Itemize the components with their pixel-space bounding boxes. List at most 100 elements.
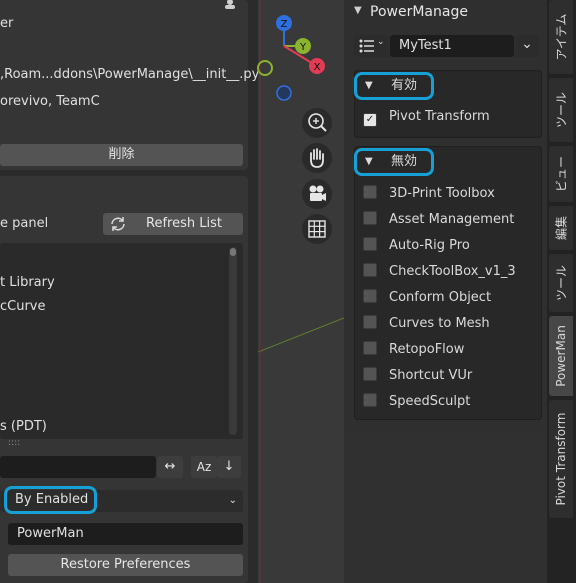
enabled-addons-box: ▼ 有効 ✓ Pivot Transform (354, 70, 542, 138)
sidebar-tabs: アイテム ツール ビュー 編集 ツール PowerMan Pivot Trans… (547, 0, 576, 583)
neg-y-axis-handle (257, 60, 273, 76)
preset-name-field[interactable]: MyTest1 (390, 35, 514, 57)
remove-button[interactable]: 削除 (0, 144, 243, 166)
checkbox-icon[interactable] (363, 367, 377, 381)
disabled-item[interactable]: Curves to Mesh (363, 313, 490, 335)
disabled-header[interactable]: ▼ 無効 (354, 148, 434, 176)
tab-label: ビュー (554, 155, 569, 193)
addon-info-section: er ,Roam...ddons\PowerManage\__init__.py… (0, 0, 259, 170)
tab-label: 編集 (554, 215, 569, 241)
grid-icon[interactable] (302, 214, 332, 244)
disabled-item[interactable]: Asset Management (363, 209, 514, 231)
sidebar-panel: ▼ PowerManage ⌄ MyTest1 ⌄ ▼ 有効 ✓ Pivot Tr… (344, 0, 547, 430)
preset-dropdown-chevron-icon[interactable]: ⌄ (515, 35, 539, 57)
y-axis-label: Y (299, 42, 307, 53)
tab-pivot-transform[interactable]: Pivot Transform (549, 400, 573, 518)
user-icon (222, 0, 238, 9)
enabled-header-label: 有効 (391, 78, 418, 93)
tab-view[interactable]: ビュー (549, 146, 573, 202)
disabled-item[interactable]: Conform Object (363, 287, 491, 309)
neg-z-axis-handle (276, 85, 292, 101)
addon-preferences-panel: er ,Roam...ddons\PowerManage\__init__.py… (0, 0, 259, 583)
tab-label: Pivot Transform (554, 412, 568, 506)
checkbox-checked-icon[interactable]: ✓ (363, 113, 377, 127)
pan-hand-icon[interactable] (302, 143, 332, 173)
disabled-item[interactable]: RetopoFlow (363, 339, 464, 361)
camera-icon[interactable] (302, 179, 332, 209)
sort-dropdown-value: By Enabled (3, 486, 98, 514)
addon-label: Pivot Transform (389, 109, 490, 124)
tab-item[interactable]: アイテム (549, 0, 573, 74)
zoom-icon[interactable] (302, 108, 332, 138)
disabled-item[interactable]: 3D-Print Toolbox (363, 183, 495, 205)
preset-menu-button[interactable]: ⌄ (354, 35, 389, 57)
addon-label: Curves to Mesh (389, 316, 490, 331)
disabled-addons-box: ▼ 無効 3D-Print Toolbox Asset Management A… (354, 146, 542, 420)
restore-preferences-button[interactable]: Restore Preferences (8, 554, 243, 576)
list-scrollbar[interactable] (229, 247, 237, 435)
checkbox-icon[interactable] (363, 393, 377, 407)
navigation-gizmo[interactable]: Z Y X (255, 10, 335, 110)
refresh-label: Refresh List (146, 216, 222, 231)
panel-title: PowerManage (370, 4, 468, 20)
checkbox-icon[interactable] (363, 211, 377, 225)
disabled-item[interactable]: Auto-Rig Pro (363, 235, 470, 257)
checkbox-icon[interactable] (363, 237, 377, 251)
disabled-item[interactable]: CheckToolBox_v1_3 (363, 261, 516, 283)
grid-y-axis-line (258, 317, 344, 353)
addon-label: Shortcut VUr (389, 368, 473, 383)
sort-alpha-button[interactable]: Aᴢ (191, 456, 217, 478)
sort-direction-icon[interactable]: ↓ (217, 456, 241, 478)
refresh-list-button[interactable]: Refresh List (103, 213, 243, 235)
resize-grip[interactable]: :::: (8, 438, 20, 448)
refresh-icon (109, 216, 125, 232)
tab-label: ツール (554, 264, 569, 302)
checkbox-icon[interactable] (363, 315, 377, 329)
disabled-item[interactable]: Shortcut VUr (363, 365, 472, 387)
disabled-item[interactable]: SpeedSculpt (363, 391, 470, 413)
addon-list[interactable]: t Library cCurve s (PDT) (0, 243, 243, 439)
expand-arrow-icon: ▼ (365, 156, 373, 167)
swap-icon[interactable]: ↔ (157, 456, 183, 478)
enabled-item[interactable]: ✓ Pivot Transform (363, 106, 490, 128)
panel-header[interactable]: ▼ PowerManage (344, 0, 547, 26)
checkbox-icon[interactable] (363, 341, 377, 355)
addon-label: RetopoFlow (389, 342, 465, 357)
tab-edit[interactable]: 編集 (549, 206, 573, 250)
addon-label: Asset Management (389, 212, 515, 227)
checkbox-icon[interactable] (363, 263, 377, 277)
z-axis-label: Z (281, 19, 288, 30)
chevron-down-icon: ⌄ (377, 37, 385, 47)
tab-label: アイテム (554, 13, 569, 61)
list-icon (359, 39, 375, 53)
tab-tool-2[interactable]: ツール (549, 254, 573, 312)
name-field-value: PowerMan (17, 526, 84, 541)
file-path: ,Roam...ddons\PowerManage\__init__.py (0, 67, 260, 82)
expand-arrow-icon: ▼ (365, 80, 373, 91)
scrollbar-thumb[interactable] (230, 248, 236, 256)
disabled-header-label: 無効 (391, 154, 418, 169)
list-item[interactable]: cCurve (0, 299, 46, 314)
addon-label: SpeedSculpt (389, 394, 471, 409)
collapse-arrow-icon[interactable]: ▼ (354, 5, 362, 16)
addon-list-section: e panel Refresh List t Library cCurve s … (0, 176, 248, 583)
author-label: er (0, 16, 14, 31)
addon-label: Conform Object (389, 290, 492, 305)
tab-label: ツール (554, 91, 569, 129)
name-field[interactable]: PowerMan (8, 523, 243, 545)
panel-label: e panel (0, 216, 49, 231)
sort-dropdown[interactable]: By Enabled ⌄ (0, 486, 243, 514)
addon-label: 3D-Print Toolbox (389, 186, 495, 201)
filter-input[interactable] (0, 456, 156, 478)
list-item[interactable]: s (PDT) (0, 419, 47, 434)
list-item[interactable]: t Library (0, 275, 55, 290)
checkbox-icon[interactable] (363, 289, 377, 303)
authors-text: orevivo, TeamC (0, 94, 100, 109)
tab-powerman[interactable]: PowerMan (549, 316, 573, 396)
addon-label: Auto-Rig Pro (389, 238, 470, 253)
tab-label: PowerMan (554, 325, 568, 387)
preset-name-value: MyTest1 (399, 38, 452, 53)
checkbox-icon[interactable] (363, 185, 377, 199)
enabled-header[interactable]: ▼ 有効 (354, 72, 434, 100)
tab-tool[interactable]: ツール (549, 78, 573, 142)
